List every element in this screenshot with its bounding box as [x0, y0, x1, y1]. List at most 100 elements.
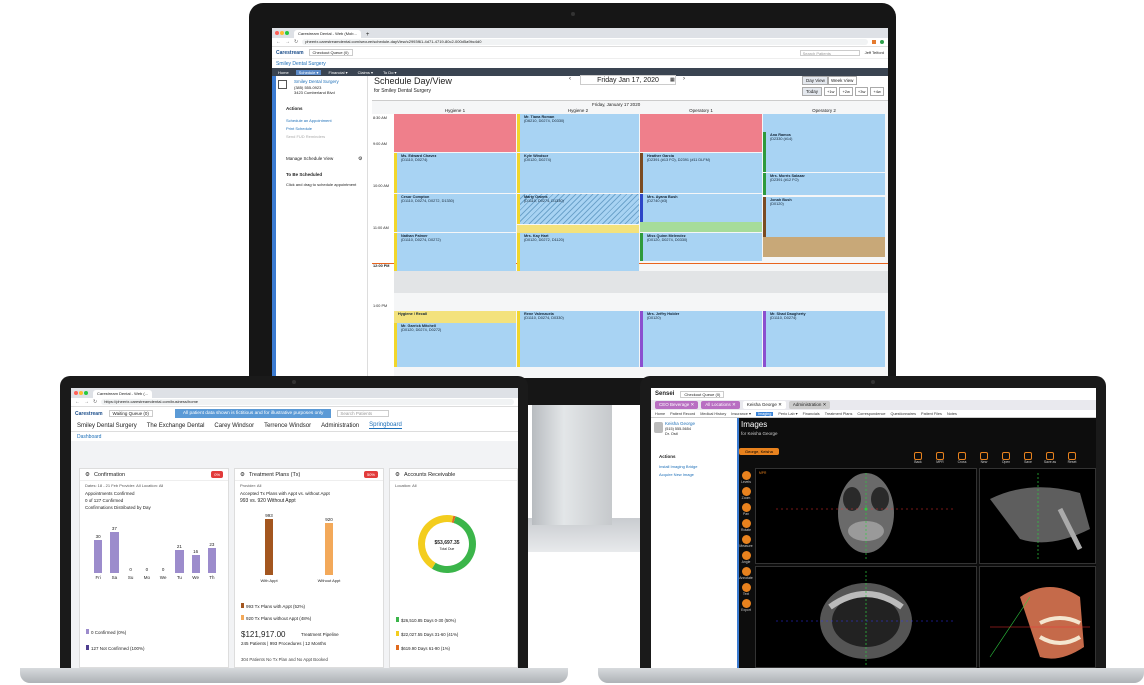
appointment-card[interactable]: Mrs. Jeffry Holder (D0120) [640, 311, 762, 367]
tool-button[interactable]: Export [739, 599, 753, 612]
tab-terrence-windsor[interactable]: Terrence Windsor [264, 423, 311, 429]
nav-todo[interactable]: To Do ▾ [380, 70, 400, 75]
confirmation-bar[interactable] [207, 547, 216, 573]
reload-icon[interactable]: ↻ [294, 39, 298, 45]
toolbar-button[interactable]: Cross [953, 452, 971, 464]
gear-icon[interactable]: ⚙ [240, 472, 245, 478]
plus-4w-button[interactable]: +4w [870, 87, 884, 96]
menu-perio-lab[interactable]: Perio Lab ▾ [778, 411, 797, 416]
nav-financial[interactable]: Financial ▾ [325, 70, 350, 75]
plus-3w-button[interactable]: +3w [854, 87, 869, 96]
queue-select[interactable]: Waiting Queue (0) [108, 410, 153, 417]
extension-icon[interactable] [872, 40, 876, 44]
toolbar-button[interactable]: Save [1019, 452, 1037, 464]
minimize-window-icon[interactable] [79, 391, 83, 395]
reload-icon[interactable]: ↻ [93, 399, 97, 405]
tool-button[interactable]: Levels [739, 471, 753, 484]
toolbar-button[interactable]: Save as [1041, 452, 1059, 464]
tool-button[interactable]: Rotate [739, 519, 753, 532]
tab-administration[interactable]: Administration [321, 423, 359, 429]
tab-smiley-dental[interactable]: Smiley Dental Surgery [77, 423, 137, 429]
browser-tab[interactable]: Carestream Dental - Web (Mob... [294, 30, 361, 38]
menu-insurance[interactable]: Insurance ▾ [731, 411, 751, 416]
tool-button[interactable]: Zoom [739, 487, 753, 500]
menu-notes[interactable]: Notes [947, 412, 957, 416]
profile-icon[interactable] [880, 40, 884, 44]
url-field[interactable]: pheerix.carestreamdental.com/secure/sche… [302, 39, 868, 45]
toolbar-button[interactable]: Open [997, 452, 1015, 464]
user-menu[interactable]: Jeff Telford [865, 50, 884, 55]
action-acquire-image[interactable]: Acquire New Image [659, 472, 694, 477]
menu-home[interactable]: Home [655, 412, 665, 416]
minimize-window-icon[interactable] [280, 31, 284, 35]
day-view-button[interactable]: Day View [802, 76, 829, 85]
plus-2w-button[interactable]: +2w [839, 87, 853, 96]
appointment-card[interactable]: Mr. Tiana Roman (D6210, D0274, D0330) [517, 114, 639, 152]
menu-correspondence[interactable]: Correspondence [857, 412, 885, 416]
confirmation-bar[interactable] [94, 540, 103, 573]
appointment-card[interactable] [640, 222, 762, 232]
close-window-icon[interactable] [275, 31, 279, 35]
patient-chip[interactable]: George, Keisha [739, 448, 779, 455]
appointment-card[interactable]: Marty Owens (D1110, D0274, D1330) [517, 194, 639, 224]
action-schedule-appointment[interactable]: Schedule an Appointment [286, 118, 332, 123]
forward-arrow-icon[interactable]: → [84, 399, 89, 405]
menu-questionnaires[interactable]: Questionnaires [890, 412, 916, 416]
appointment-card[interactable]: Kyle Windsor (D0120, D0274) [517, 153, 639, 193]
nav-schedule[interactable]: Schedule ▾ [295, 69, 322, 75]
week-view-button[interactable]: Week View [827, 76, 858, 85]
next-day-icon[interactable]: › [683, 76, 685, 82]
action-print-schedule[interactable]: Print Schedule [286, 126, 312, 131]
gear-icon[interactable]: ⚙ [395, 472, 400, 478]
appointment-card[interactable]: Mr. Garrick Mitchell (D0120, D0274, D0272… [394, 323, 516, 367]
nav-claims[interactable]: Claims ▾ [355, 70, 376, 75]
appointment-card[interactable]: Miss Quinn Melendez (D0120, D0274, D0330) [640, 233, 762, 261]
appointment-card[interactable]: Ana Ramos (D2330 (#14) [763, 132, 885, 172]
sidebar-collapse-handle[interactable] [272, 76, 276, 378]
tool-button[interactable]: Pan [739, 503, 753, 516]
browser-tab[interactable]: Carestream Dental - Web (... [93, 390, 153, 398]
appointment-card[interactable]: Mrs. Ayana Bush (D2740 (#3) [640, 194, 762, 222]
calendar-icon[interactable]: ▦ [670, 77, 675, 83]
tab-carey-windsor[interactable]: Carey Windsor [214, 423, 254, 429]
date-picker[interactable]: Friday Jan 17, 2020 [580, 75, 676, 85]
appointment-card[interactable]: Jonah Bush (D0120) [763, 197, 885, 237]
appointment-card[interactable]: Mr. Shad Daugherty (D1110, D0274) [763, 311, 885, 367]
patient-name[interactable]: Keisha George [665, 421, 695, 426]
tool-button[interactable]: Text [739, 583, 753, 596]
confirmation-bar[interactable] [175, 549, 184, 573]
today-button[interactable]: Today [802, 87, 823, 96]
appointment-card[interactable]: Hygiene / Recall [394, 311, 516, 323]
toolbar-button[interactable]: Reset [1063, 452, 1081, 464]
new-tab-icon[interactable]: + [366, 32, 370, 38]
practice-link[interactable]: Smiley Dental Surgery [276, 61, 326, 67]
gear-icon[interactable]: ⚙ [358, 156, 362, 162]
toolbar-button[interactable]: MPR [931, 452, 949, 464]
appointment-card[interactable]: Nathan Palmer (D1110, D0274, D0272) [394, 233, 516, 271]
action-send-reminders[interactable]: Send FUD Reminders [286, 134, 325, 139]
forward-arrow-icon[interactable]: → [285, 39, 290, 45]
patient-search-input[interactable]: Search Patients [799, 49, 860, 56]
menu-patient-record[interactable]: Patient Record [670, 412, 695, 416]
blocked-time[interactable] [394, 114, 516, 152]
tab-springboard[interactable]: Springboard [369, 422, 402, 429]
confirmation-bar[interactable] [110, 532, 119, 573]
tool-button[interactable]: Measure [739, 535, 753, 548]
treatment-bar[interactable] [265, 519, 273, 575]
plus-1w-button[interactable]: +1w [824, 87, 838, 96]
appointment-card[interactable]: Rene Valenzuela (D1110, D0274, D0330) [517, 311, 639, 367]
action-install-bridge[interactable]: Install Imaging Bridge [659, 464, 697, 469]
tab-ceo-beverage[interactable]: CEO Beverage ✕ [655, 401, 699, 409]
appointment-card[interactable]: Ms. Edward Chavez (D1110, D0274) [394, 153, 516, 193]
tool-button[interactable]: Annotate [739, 567, 753, 580]
menu-treatment-plans[interactable]: Treatment Plans [825, 412, 853, 416]
tab-keisha-george[interactable]: Keisha George ✕ [742, 401, 786, 409]
menu-medical-history[interactable]: Medical History [700, 412, 726, 416]
appointment-card[interactable]: Heather Garcia (D2391 (#13 FO), D2391 (#1… [640, 153, 762, 193]
back-arrow-icon[interactable]: ← [75, 399, 80, 405]
tab-all-locations[interactable]: All Locations ✕ [701, 401, 740, 409]
menu-imaging[interactable]: Imaging [755, 411, 774, 416]
appointment-card[interactable] [763, 237, 885, 257]
xray-3d-view[interactable] [979, 566, 1096, 668]
sidebar-practice[interactable]: Smiley Dental Surgery [294, 79, 339, 84]
